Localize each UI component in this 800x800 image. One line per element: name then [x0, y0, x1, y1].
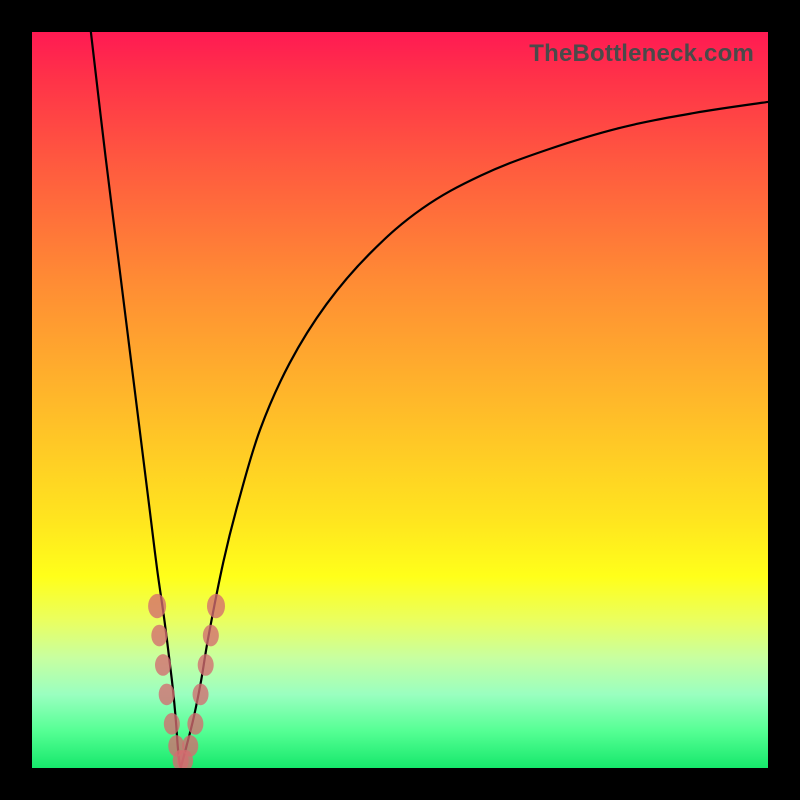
data-marker [203, 625, 219, 647]
markers [148, 594, 225, 768]
data-marker [151, 625, 167, 647]
data-marker [187, 713, 203, 735]
curve-right [181, 102, 768, 768]
chart-frame: TheBottleneck.com [32, 32, 768, 768]
chart-svg [32, 32, 768, 768]
data-marker [207, 594, 225, 618]
data-marker [198, 654, 214, 676]
data-marker [193, 684, 209, 706]
data-marker [148, 594, 166, 618]
data-marker [155, 654, 171, 676]
data-marker [164, 713, 180, 735]
data-marker [182, 735, 198, 757]
data-marker [159, 684, 175, 706]
